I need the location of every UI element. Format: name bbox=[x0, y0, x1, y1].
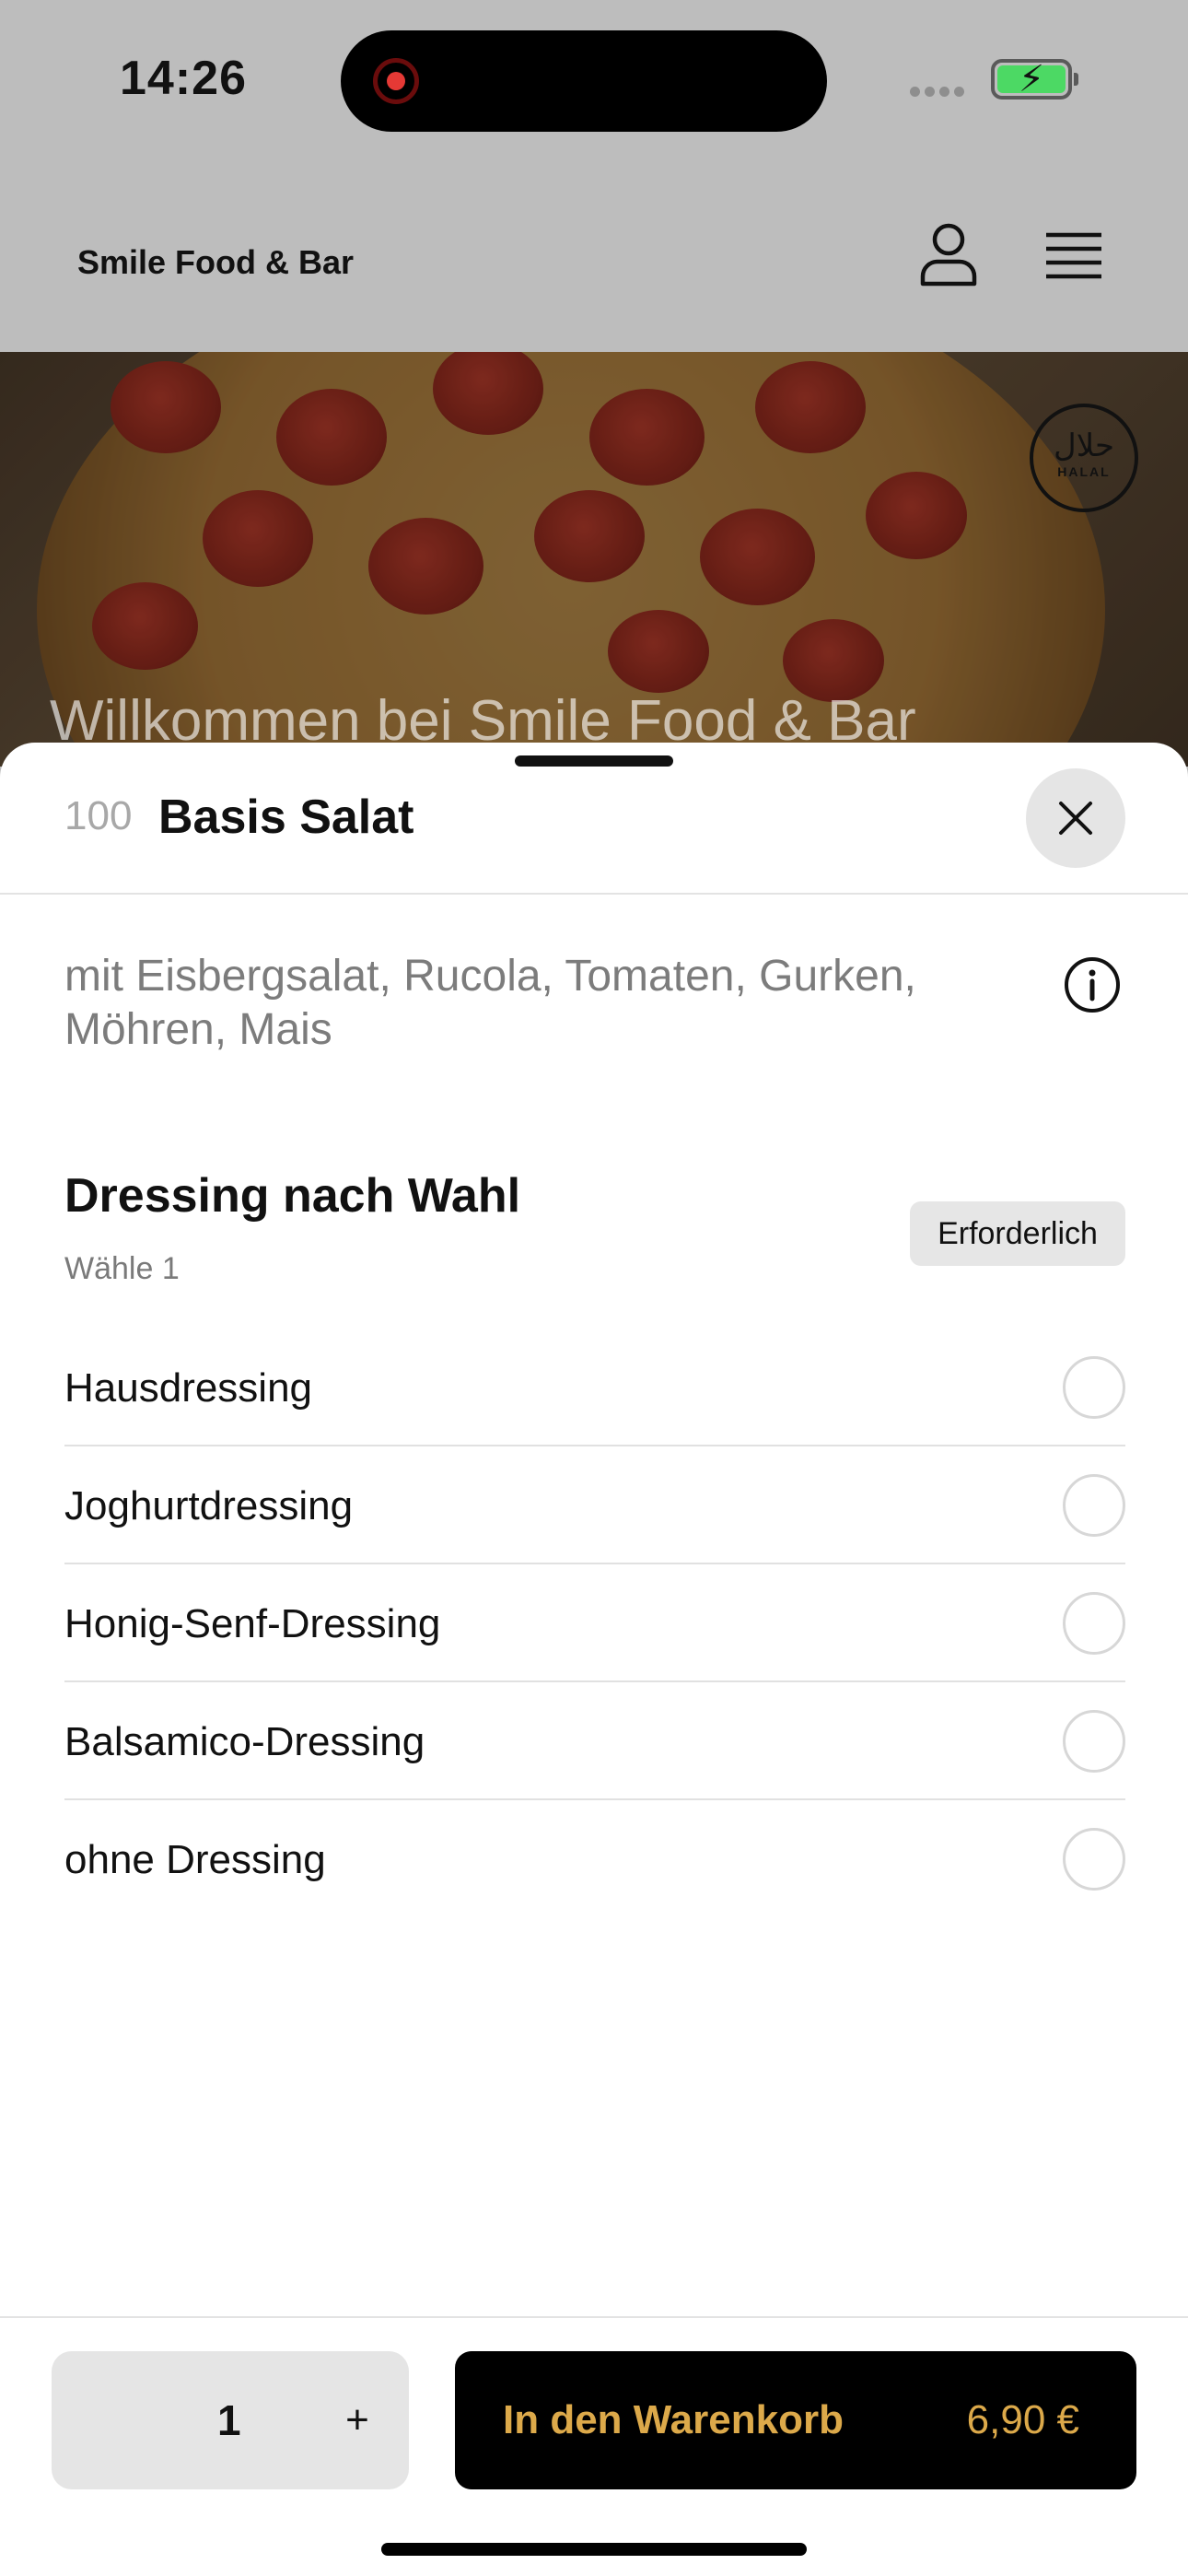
increment-button[interactable]: + bbox=[330, 2388, 385, 2453]
radio-button[interactable] bbox=[1063, 1356, 1125, 1419]
hero-banner: حلال HALAL Willkommen bei Smile Food & B… bbox=[0, 352, 1188, 767]
option-row[interactable]: ohne Dressing bbox=[64, 1800, 1125, 1918]
info-icon[interactable] bbox=[1064, 956, 1121, 1013]
option-row[interactable]: Balsamico-Dressing bbox=[64, 1682, 1125, 1800]
quantity-value: 1 bbox=[217, 2396, 241, 2444]
sheet-footer: 1 + In den Warenkorb 6,90 € bbox=[0, 2316, 1188, 2576]
signal-icon bbox=[910, 85, 969, 101]
quantity-stepper: 1 + bbox=[52, 2351, 409, 2489]
option-label: Balsamico-Dressing bbox=[64, 1719, 425, 1764]
radio-button[interactable] bbox=[1063, 1592, 1125, 1655]
option-label: Hausdressing bbox=[64, 1365, 313, 1411]
item-number: 100 bbox=[64, 793, 133, 838]
radio-button[interactable] bbox=[1063, 1474, 1125, 1537]
dynamic-island bbox=[341, 30, 827, 132]
item-description: mit Eisbergsalat, Rucola, Tomaten, Gurke… bbox=[64, 952, 916, 1054]
halal-badge: حلال HALAL bbox=[1030, 404, 1138, 512]
add-to-cart-label: In den Warenkorb bbox=[503, 2397, 844, 2442]
radio-button[interactable] bbox=[1063, 1828, 1125, 1891]
dressing-options: Hausdressing Joghurtdressing Honig-Senf-… bbox=[64, 1329, 1125, 1918]
add-to-cart-button[interactable]: In den Warenkorb 6,90 € bbox=[455, 2351, 1136, 2489]
hamburger-menu-icon[interactable] bbox=[1044, 232, 1103, 280]
option-label: Joghurtdressing bbox=[64, 1483, 354, 1528]
option-group-title: Dressing nach Wahl bbox=[64, 1169, 521, 1223]
home-indicator[interactable] bbox=[381, 2543, 807, 2556]
status-time: 14:26 bbox=[120, 52, 247, 105]
screen-record-icon bbox=[373, 58, 419, 104]
product-sheet: 100 Basis Salat mit Eisbergsalat, Rucola… bbox=[0, 743, 1188, 2576]
site-header: Smile Food & Bar bbox=[0, 157, 1188, 352]
close-button[interactable] bbox=[1026, 768, 1125, 868]
close-icon bbox=[1059, 802, 1092, 835]
sheet-header: 100 Basis Salat bbox=[0, 743, 1188, 895]
price-label: 6,90 € bbox=[966, 2397, 1079, 2442]
screen: 14:26 ⚡ Smile Food & Bar حلال HALAL Will… bbox=[0, 0, 1188, 2576]
option-row[interactable]: Honig-Senf-Dressing bbox=[64, 1564, 1125, 1682]
item-title: Basis Salat bbox=[158, 790, 414, 844]
option-row[interactable]: Hausdressing bbox=[64, 1329, 1125, 1446]
brand-name[interactable]: Smile Food & Bar bbox=[77, 243, 354, 282]
user-account-icon[interactable] bbox=[917, 221, 980, 287]
status-bar: 14:26 ⚡ bbox=[0, 0, 1188, 157]
battery-icon: ⚡ bbox=[991, 59, 1078, 100]
option-label: ohne Dressing bbox=[64, 1837, 326, 1882]
option-row[interactable]: Joghurtdressing bbox=[64, 1446, 1125, 1564]
option-group-subtitle: Wähle 1 bbox=[64, 1251, 180, 1286]
option-label: Honig-Senf-Dressing bbox=[64, 1601, 441, 1646]
radio-button[interactable] bbox=[1063, 1710, 1125, 1773]
required-badge: Erforderlich bbox=[910, 1201, 1125, 1266]
